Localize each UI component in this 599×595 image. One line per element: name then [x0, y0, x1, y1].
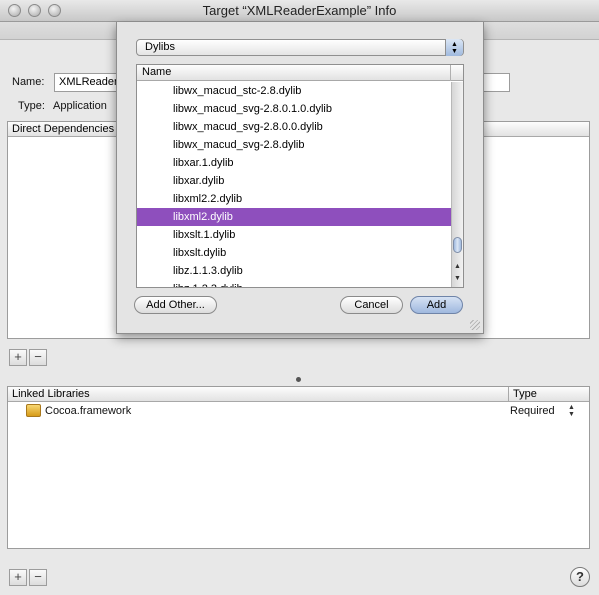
name-column-label: Name [142, 66, 172, 78]
remove-library-button[interactable]: − [29, 569, 47, 586]
scroll-thumb[interactable] [453, 237, 462, 253]
split-handle[interactable] [296, 377, 301, 382]
add-button[interactable]: Add [410, 296, 463, 314]
linked-row-name[interactable]: Cocoa.framework [45, 405, 131, 417]
scroll-down-icon[interactable]: ▼ [452, 275, 463, 282]
list-item[interactable]: libz.1.2.3.dylib [137, 280, 451, 287]
list-item[interactable]: libwx_macud_stc-2.8.dylib [137, 82, 451, 100]
list-item[interactable]: libxar.dylib [137, 172, 451, 190]
linked-row-type[interactable]: Required [510, 405, 555, 417]
vertical-scrollbar[interactable]: ▲ ▼ [451, 82, 463, 287]
popup-arrows-icon: ▲ ▼ [445, 39, 463, 56]
cancel-button[interactable]: Cancel [340, 296, 403, 314]
name-column-header[interactable]: Name [137, 65, 463, 81]
column-separator [508, 387, 509, 402]
window-titlebar: Target “XMLReaderExample” Info [0, 0, 599, 22]
list-item[interactable]: libxslt.dylib [137, 244, 451, 262]
remove-dependency-button[interactable]: − [29, 349, 47, 366]
list-item[interactable]: libxslt.1.dylib [137, 226, 451, 244]
framework-folder-icon [26, 404, 41, 417]
column-separator [450, 65, 451, 81]
linked-libraries-header: Linked Libraries Type [8, 387, 589, 402]
add-library-sheet: Dylibs ▲ ▼ Name libwx_macud_stc-2.8.dylib… [116, 22, 484, 334]
help-icon[interactable]: ? [570, 567, 590, 587]
popup-value: Dylibs [145, 41, 175, 53]
linked-libraries-column[interactable]: Linked Libraries [12, 388, 90, 400]
list-item[interactable]: libwx_macud_svg-2.8.0.1.0.dylib [137, 100, 451, 118]
library-type-popup[interactable]: Dylibs ▲ ▼ [136, 39, 464, 56]
library-list[interactable]: Name libwx_macud_stc-2.8.dylib libwx_mac… [136, 64, 464, 288]
window-title: Target “XMLReaderExample” Info [202, 3, 397, 18]
library-rows: libwx_macud_stc-2.8.dylib libwx_macud_sv… [137, 82, 451, 287]
type-popup-arrows-icon[interactable]: ▲ ▼ [568, 404, 575, 418]
name-label: Name: [12, 76, 45, 88]
scroll-up-icon[interactable]: ▲ [452, 263, 463, 270]
type-value: Application [53, 100, 107, 112]
list-item[interactable]: libz.1.1.3.dylib [137, 262, 451, 280]
list-item[interactable]: libwx_macud_svg-2.8.dylib [137, 136, 451, 154]
add-library-button[interactable]: + [9, 569, 27, 586]
list-item[interactable]: libxar.1.dylib [137, 154, 451, 172]
list-item[interactable]: libxml2.2.dylib [137, 190, 451, 208]
list-item[interactable]: libwx_macud_svg-2.8.0.0.dylib [137, 118, 451, 136]
list-item-selected[interactable]: libxml2.dylib [137, 208, 451, 226]
type-column[interactable]: Type [513, 388, 537, 400]
type-label: Type: [18, 100, 45, 112]
add-other-button[interactable]: Add Other... [134, 296, 217, 314]
add-dependency-button[interactable]: + [9, 349, 27, 366]
resize-grip-icon[interactable] [470, 320, 480, 330]
